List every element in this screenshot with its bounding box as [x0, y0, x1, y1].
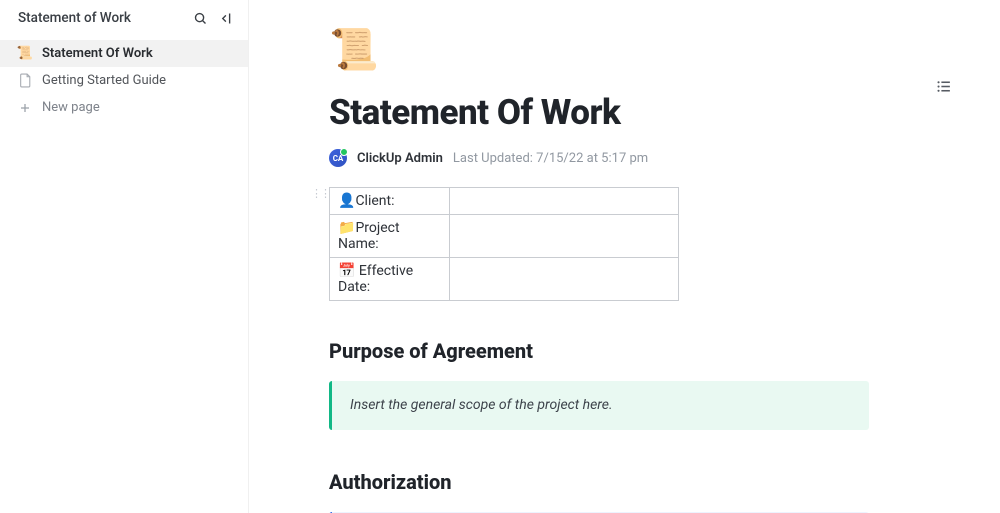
sidebar-item-label: Getting Started Guide — [42, 73, 166, 88]
workspace-title: Statement of Work — [18, 10, 131, 26]
document: 📜 Statement Of Work CA ClickUp Admin Las… — [329, 30, 869, 513]
table-row: 📅 Effective Date: — [330, 258, 679, 301]
sidebar-header: Statement of Work — [0, 10, 248, 36]
new-page-label: New page — [42, 100, 100, 115]
callout-text: Insert the general scope of the project … — [350, 395, 613, 416]
table-row: 📁Project Name: — [330, 215, 679, 258]
table-of-contents-icon[interactable] — [935, 78, 952, 95]
author-name[interactable]: ClickUp Admin — [357, 151, 443, 166]
cell-value[interactable] — [450, 215, 679, 258]
document-canvas: 📜 Statement Of Work CA ClickUp Admin Las… — [249, 0, 1000, 513]
document-meta: CA ClickUp Admin Last Updated: 7/15/22 a… — [329, 149, 869, 167]
last-updated: Last Updated: 7/15/22 at 5:17 pm — [453, 151, 648, 166]
person-icon: 👤 — [338, 193, 355, 209]
sidebar-new-page[interactable]: New page — [0, 94, 248, 121]
scroll-icon: 📜 — [18, 46, 32, 61]
cell-value[interactable] — [450, 258, 679, 301]
sidebar-item-label: Statement Of Work — [42, 46, 153, 61]
collapse-sidebar-icon[interactable] — [218, 10, 234, 26]
section-heading-purpose[interactable]: Purpose of Agreement — [329, 339, 869, 363]
section-heading-authorization[interactable]: Authorization — [329, 470, 869, 494]
author-avatar[interactable]: CA — [329, 149, 347, 167]
document-icon — [18, 73, 32, 88]
drag-handle-icon[interactable]: ⋮⋮ — [311, 187, 329, 200]
calendar-icon: 📅 — [338, 263, 355, 279]
document-header-icon[interactable]: 📜 — [329, 30, 373, 74]
callout-purpose[interactable]: Insert the general scope of the project … — [329, 381, 869, 430]
table-row: 👤Client: — [330, 188, 679, 215]
info-table[interactable]: 👤Client: 📁Project Name: 📅 Effective Date… — [329, 187, 679, 301]
folder-icon: 📁 — [338, 220, 355, 236]
page-title[interactable]: Statement Of Work — [329, 92, 869, 133]
cell-value[interactable] — [450, 188, 679, 215]
sidebar-item-getting-started[interactable]: Getting Started Guide — [0, 67, 248, 94]
sidebar-item-statement-of-work[interactable]: 📜 Statement Of Work — [0, 40, 248, 67]
sidebar: Statement of Work 📜 Statement Of Work Ge… — [0, 0, 249, 513]
cell-label: Client: — [355, 193, 394, 209]
plus-icon — [18, 102, 32, 114]
search-icon[interactable] — [192, 10, 208, 26]
sidebar-nav: 📜 Statement Of Work Getting Started Guid… — [0, 36, 248, 121]
